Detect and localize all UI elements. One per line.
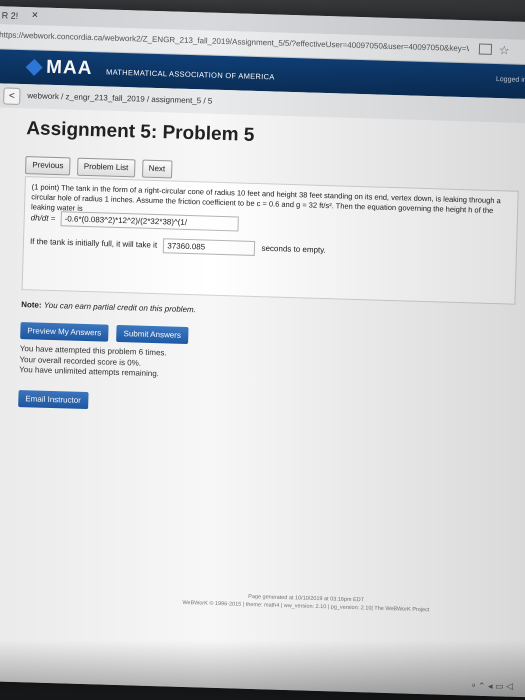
back-button[interactable]: < [3,87,21,105]
previous-button[interactable]: Previous [25,156,71,176]
problem-list-button[interactable]: Problem List [76,157,136,178]
answer-input-2[interactable]: 37360.085 [163,238,256,256]
dhdt-label: dh/dt = [30,213,56,224]
submit-answers-button[interactable]: Submit Answers [116,324,189,345]
main-content: Assignment 5: Problem 5 Previous Problem… [0,106,525,698]
time-prefix: If the tank is initially full, it will t… [29,236,158,250]
time-suffix: seconds to empty. [261,243,326,255]
browser-window: R 2! × https://webwork.concordia.ca/webw… [0,6,525,698]
close-tab-icon[interactable]: × [32,9,39,21]
preview-answers-button[interactable]: Preview My Answers [20,322,109,342]
email-instructor-button[interactable]: Email Instructor [18,390,89,410]
logged-in-label: Logged in as [495,76,525,84]
star-icon[interactable]: ☆ [499,43,510,57]
photo-background: R 2! × https://webwork.concordia.ca/webw… [0,0,525,700]
problem-nav: Previous Problem List Next [25,154,174,179]
maa-subtitle: MATHEMATICAL ASSOCIATION OF AMERICA [105,67,275,82]
footer: Page generated at 10/10/2019 at 03:16pm … [182,591,429,614]
page-title: Assignment 5: Problem 5 [26,118,255,146]
time-row: If the tank is initially full, it will t… [30,234,326,258]
attempt-status: You have attempted this problem 6 times.… [19,344,167,380]
system-tray[interactable]: ⁹ ⌃ ◂ ▭ ◁ [472,681,513,692]
extension-icon[interactable] [478,43,493,55]
action-buttons: Preview My Answers Submit Answers [20,320,192,345]
email-instructor-button-wrap: Email Instructor [18,388,92,410]
note-text: You can earn partial credit on this prob… [43,300,196,315]
next-button[interactable]: Next [141,159,173,179]
maa-logo-icon [25,58,43,76]
maa-logo[interactable]: MAA [46,57,93,80]
partial-credit-note: Note: You can earn partial credit on thi… [21,300,196,314]
note-label: Note: [21,300,42,310]
problem-box: (1 point) The tank in the form of a righ… [21,176,519,305]
breadcrumb[interactable]: webwork / z_engr_213_fall_2019 / assignm… [27,91,212,105]
browser-tab[interactable]: R 2! [2,10,19,20]
